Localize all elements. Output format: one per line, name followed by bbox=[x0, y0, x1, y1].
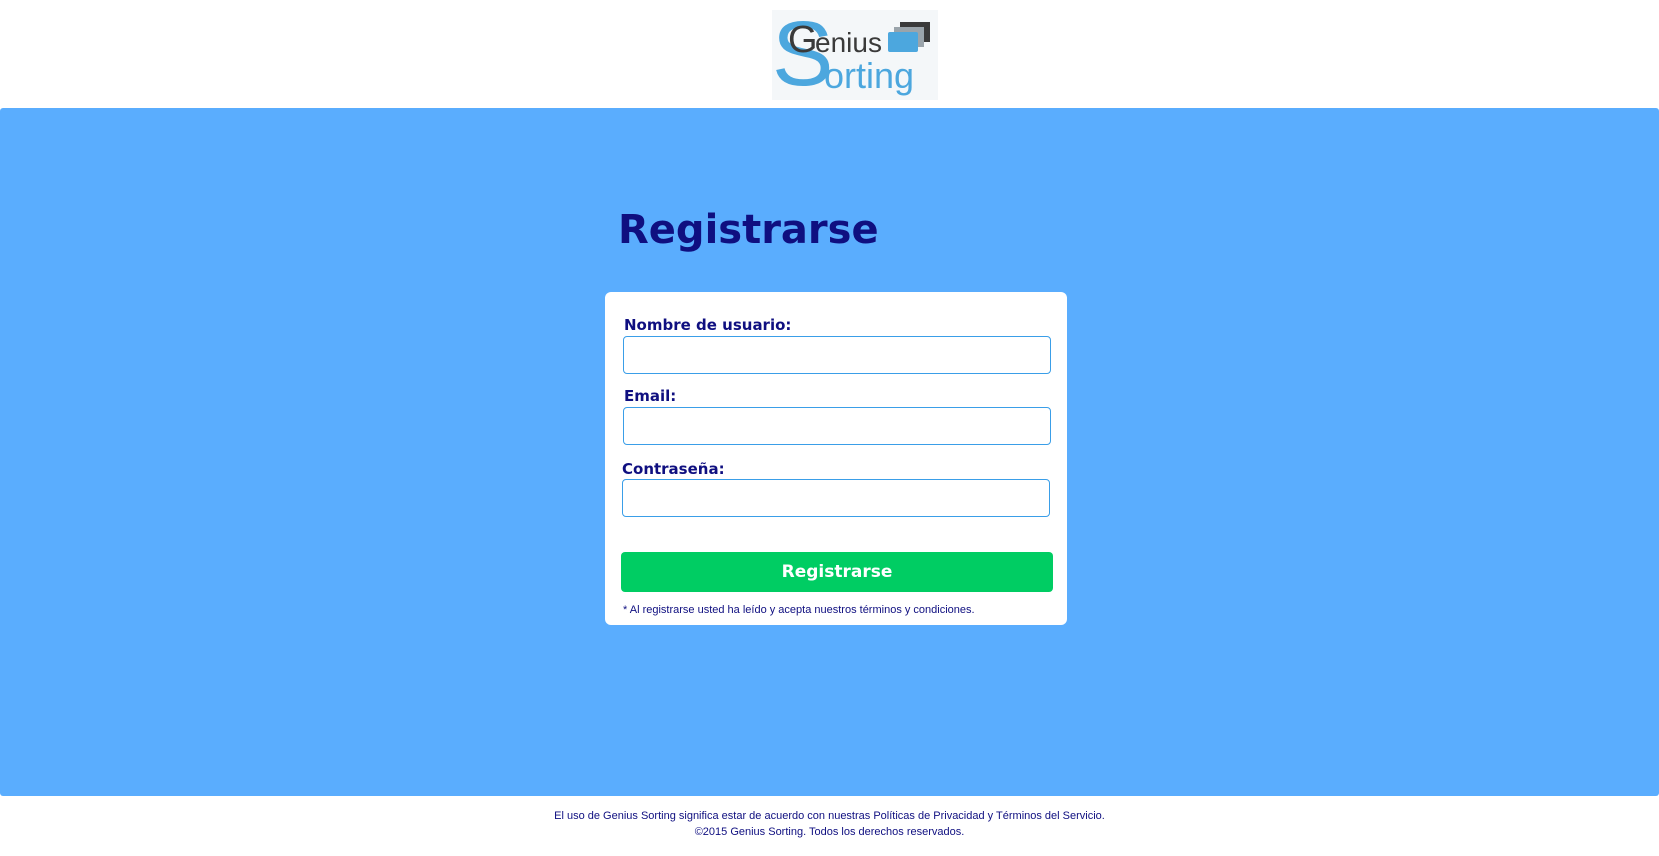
privacy-policy-link[interactable]: Políticas de Privacidad bbox=[873, 810, 984, 822]
page-title: Registrarse bbox=[618, 207, 879, 253]
terms-note: * Al registrarse usted ha leído y acepta… bbox=[623, 604, 975, 616]
registration-form: Nombre de usuario: Email: Contraseña: Re… bbox=[605, 292, 1067, 625]
genius-sorting-logo[interactable]: S G enius orting bbox=[772, 8, 938, 100]
logo-text-genius: enius bbox=[815, 27, 882, 58]
username-field[interactable] bbox=[623, 336, 1051, 374]
footer-agreement-prefix: El uso de Genius Sorting significa estar… bbox=[554, 810, 874, 822]
password-field[interactable] bbox=[622, 479, 1050, 517]
username-label: Nombre de usuario: bbox=[624, 316, 792, 334]
terms-of-service-link[interactable]: Términos del Servicio bbox=[996, 810, 1102, 822]
footer-agreement-middle: y bbox=[984, 810, 997, 822]
footer-agreement-suffix: . bbox=[1101, 810, 1105, 822]
main-panel: Registrarse Nombre de usuario: Email: Co… bbox=[0, 108, 1659, 796]
register-button[interactable]: Registrarse bbox=[621, 552, 1053, 592]
cards-icon bbox=[888, 22, 930, 52]
footer: El uso de Genius Sorting significa estar… bbox=[0, 808, 1659, 856]
logo-letter-g: G bbox=[788, 19, 818, 61]
logo-text-sorting: orting bbox=[824, 55, 915, 96]
email-label: Email: bbox=[624, 387, 677, 405]
header: S G enius orting bbox=[0, 0, 1659, 108]
footer-agreement-line: El uso de Genius Sorting significa estar… bbox=[0, 808, 1659, 824]
footer-copyright: ©2015 Genius Sorting. Todos los derechos… bbox=[694, 826, 965, 838]
password-label: Contraseña: bbox=[622, 460, 725, 478]
email-field[interactable] bbox=[623, 407, 1051, 445]
